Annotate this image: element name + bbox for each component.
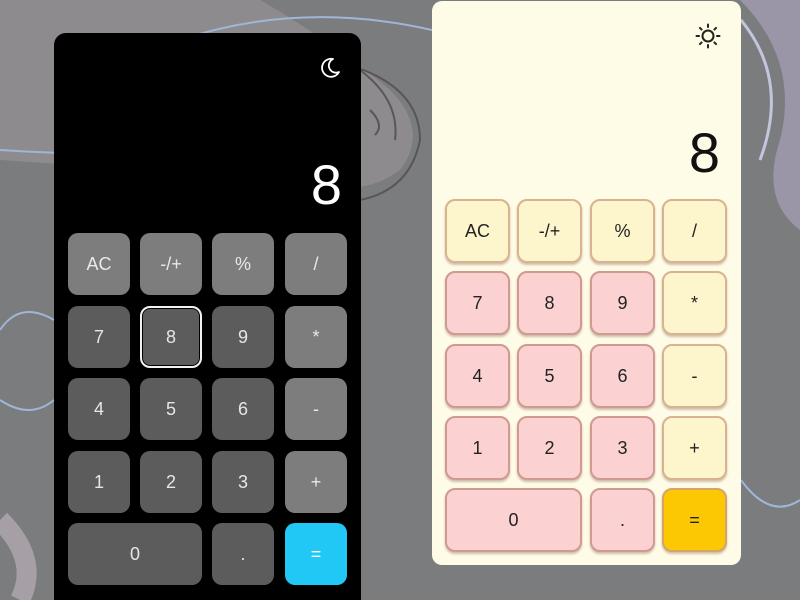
dark-key-clear[interactable]: AC: [68, 233, 130, 295]
dark-key-digit-9[interactable]: 9: [212, 306, 274, 368]
dark-key-digit-8[interactable]: 8: [140, 306, 202, 368]
light-key-digit-2[interactable]: 2: [517, 416, 582, 480]
light-key-percent[interactable]: %: [590, 199, 655, 263]
dark-key-digit-7[interactable]: 7: [68, 306, 130, 368]
light-display: 8: [688, 121, 720, 184]
dark-key-equals[interactable]: =: [285, 523, 347, 585]
light-key-digit-3[interactable]: 3: [590, 416, 655, 480]
dark-key-digit-5[interactable]: 5: [140, 378, 202, 440]
dark-key-multiply[interactable]: *: [285, 306, 347, 368]
light-key-digit-6[interactable]: 6: [590, 344, 655, 408]
light-key-divide[interactable]: /: [662, 199, 727, 263]
dark-key-digit-2[interactable]: 2: [140, 451, 202, 513]
dark-key-digit-1[interactable]: 1: [68, 451, 130, 513]
dark-key-divide[interactable]: /: [285, 233, 347, 295]
dark-key-percent[interactable]: %: [212, 233, 274, 295]
light-key-digit-7[interactable]: 7: [445, 271, 510, 335]
light-key-digit-0[interactable]: 0: [445, 488, 582, 552]
light-key-negate[interactable]: -/+: [517, 199, 582, 263]
dark-key-digit-0[interactable]: 0: [68, 523, 202, 585]
light-key-digit-9[interactable]: 9: [590, 271, 655, 335]
dark-key-digit-6[interactable]: 6: [212, 378, 274, 440]
dark-key-digit-3[interactable]: 3: [212, 451, 274, 513]
light-key-digit-8[interactable]: 8: [517, 271, 582, 335]
dark-key-subtract[interactable]: -: [285, 378, 347, 440]
light-key-subtract[interactable]: -: [662, 344, 727, 408]
light-key-digit-4[interactable]: 4: [445, 344, 510, 408]
dark-key-decimal[interactable]: .: [212, 523, 274, 585]
light-key-digit-5[interactable]: 5: [517, 344, 582, 408]
light-key-equals[interactable]: =: [662, 488, 727, 552]
light-key-add[interactable]: +: [662, 416, 727, 480]
light-key-decimal[interactable]: .: [590, 488, 655, 552]
dark-key-negate[interactable]: -/+: [140, 233, 202, 295]
sun-icon[interactable]: [695, 23, 721, 49]
moon-icon[interactable]: [318, 56, 342, 80]
light-key-clear[interactable]: AC: [445, 199, 510, 263]
dark-key-digit-4[interactable]: 4: [68, 378, 130, 440]
dark-key-add[interactable]: +: [285, 451, 347, 513]
dark-display: 8: [310, 153, 342, 216]
light-key-digit-1[interactable]: 1: [445, 416, 510, 480]
light-key-multiply[interactable]: *: [662, 271, 727, 335]
